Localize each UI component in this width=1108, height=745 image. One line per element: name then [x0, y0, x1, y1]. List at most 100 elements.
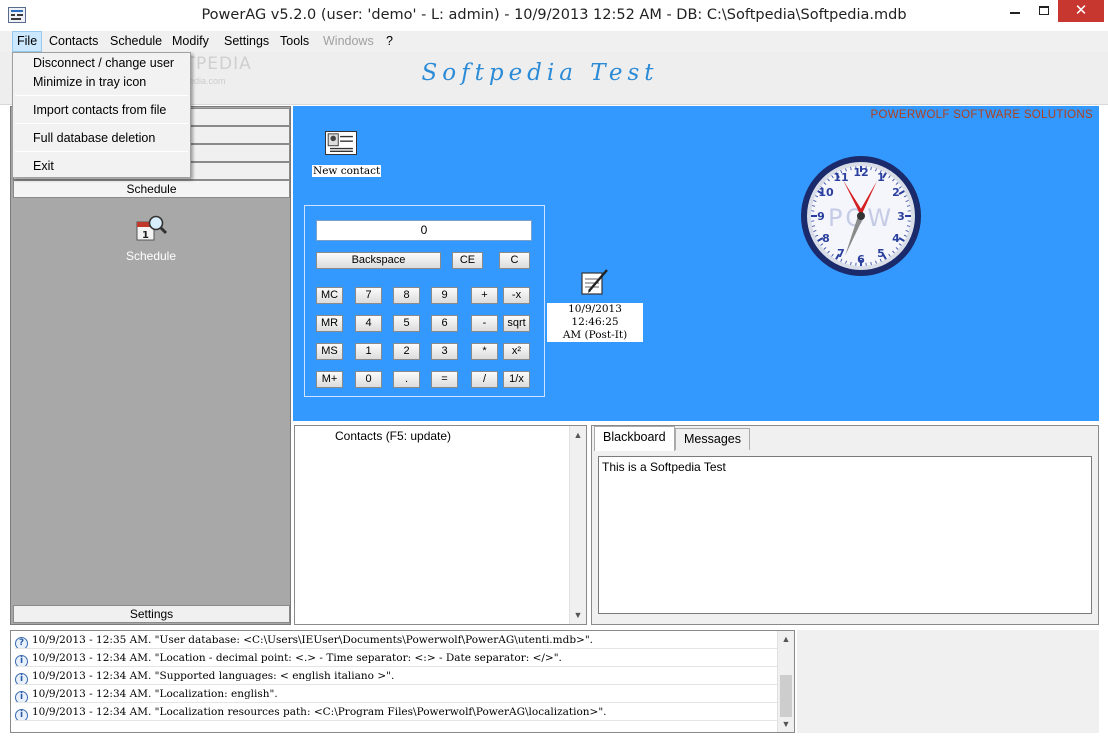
menu-disconnect-change-user[interactable]: Disconnect / change user — [33, 56, 174, 70]
blackboard-textarea[interactable]: This is a Softpedia Test — [598, 456, 1092, 614]
menu-separator — [15, 151, 188, 152]
tab-messages[interactable]: Messages — [675, 428, 750, 450]
contacts-scrollbar[interactable]: ▲ ▼ — [569, 426, 586, 624]
log-entry-text: 10/9/2013 - 12:34 AM. "Location - decima… — [32, 652, 562, 664]
contacts-header: Contacts (F5: update) — [335, 429, 452, 443]
calc-sqrt-button[interactable]: sqrt — [503, 315, 530, 332]
scroll-up-icon[interactable]: ▲ — [778, 634, 794, 644]
menu-settings[interactable]: Settings — [220, 31, 273, 52]
calc-mc-button[interactable]: MC — [316, 287, 343, 304]
log-entry-text: 10/9/2013 - 12:34 AM. "Supported languag… — [32, 670, 395, 682]
menu-exit[interactable]: Exit — [33, 159, 54, 173]
menu-modify[interactable]: Modify — [168, 31, 213, 52]
menu-tools[interactable]: Tools — [276, 31, 313, 52]
calculator-display: 0 — [316, 220, 532, 241]
scroll-up-icon[interactable]: ▲ — [570, 430, 586, 440]
log-entry: i 10/9/2013 - 12:34 AM. "Location - decim… — [15, 650, 780, 667]
post-it-label[interactable]: 10/9/2013 12:46:25 AM (Post-It) — [547, 303, 643, 342]
event-log: ? 10/9/2013 - 12:35 AM. "User database: <… — [10, 630, 795, 733]
log-entry: i 10/9/2013 - 12:34 AM. "Supported langua… — [15, 668, 780, 685]
new-contact-icon[interactable] — [325, 131, 357, 155]
new-contact-label[interactable]: New contact — [312, 165, 382, 177]
maximize-button[interactable] — [1030, 0, 1058, 22]
file-menu-dropdown: Disconnect / change user Minimize in tra… — [12, 52, 191, 178]
window-title: PowerAG v5.2.0 (user: 'demo' - L: admin)… — [201, 7, 907, 23]
menu-contacts[interactable]: Contacts — [45, 31, 102, 52]
svg-text:1: 1 — [142, 230, 149, 241]
calc-5-button[interactable]: 5 — [393, 315, 420, 332]
calc-2-button[interactable]: 2 — [393, 343, 420, 360]
svg-text:8: 8 — [822, 232, 830, 245]
calc-4-button[interactable]: 4 — [355, 315, 382, 332]
log-entry-text: 10/9/2013 - 12:34 AM. "Localization reso… — [32, 706, 607, 718]
calc-multiply-button[interactable]: * — [471, 343, 498, 360]
minimize-button[interactable] — [1000, 0, 1030, 22]
calc-ms-button[interactable]: MS — [316, 343, 343, 360]
svg-text:9: 9 — [817, 210, 825, 223]
scroll-down-icon[interactable]: ▼ — [778, 719, 794, 729]
calc-decimal-button[interactable]: . — [393, 371, 420, 388]
menu-schedule[interactable]: Schedule — [106, 31, 166, 52]
desktop-panel: POWERWOLF SOFTWARE SOLUTIONS New contact… — [293, 106, 1099, 421]
calc-1-button[interactable]: 1 — [355, 343, 382, 360]
menu-full-database-deletion[interactable]: Full database deletion — [33, 131, 155, 145]
info-icon: i — [15, 655, 28, 666]
contacts-list[interactable]: Contacts (F5: update) ▲ ▼ — [294, 425, 587, 625]
menu-help[interactable]: ? — [382, 31, 397, 52]
calc-square-button[interactable]: x² — [503, 343, 530, 360]
log-scrollbar[interactable]: ▲ ▼ — [777, 631, 794, 732]
schedule-icon-label: Schedule — [125, 249, 177, 263]
company-name: POWERWOLF SOFTWARE SOLUTIONS — [870, 109, 1093, 121]
calc-8-button[interactable]: 8 — [393, 287, 420, 304]
svg-text:4: 4 — [892, 232, 900, 245]
status-area — [797, 630, 1099, 733]
help-icon: ? — [15, 637, 28, 648]
scroll-thumb[interactable] — [780, 675, 792, 717]
calc-negate-button[interactable]: -x — [503, 287, 530, 304]
post-it-date: 10/9/2013 12:46:25 — [568, 303, 622, 328]
info-icon: i — [15, 691, 28, 702]
calc-7-button[interactable]: 7 — [355, 287, 382, 304]
calculator: 0 Backspace CE C MC 7 8 9 + -x MR 4 5 6 … — [304, 205, 545, 397]
svg-text:11: 11 — [833, 171, 848, 184]
left-navigation-panel: Schedule 1 Schedule Settings — [10, 106, 291, 625]
menu-import-contacts[interactable]: Import contacts from file — [33, 103, 166, 117]
calc-ce-button[interactable]: CE — [452, 252, 483, 269]
calc-reciprocal-button[interactable]: 1/x — [503, 371, 530, 388]
log-entry: ? 10/9/2013 - 12:35 AM. "User database: <… — [15, 632, 780, 649]
calc-6-button[interactable]: 6 — [431, 315, 458, 332]
calc-mplus-button[interactable]: M+ — [316, 371, 343, 388]
scroll-down-icon[interactable]: ▼ — [570, 610, 586, 620]
log-entry: i 10/9/2013 - 12:34 AM. "Localization: en… — [15, 686, 780, 703]
tab-blackboard[interactable]: Blackboard — [594, 426, 675, 451]
svg-text:2: 2 — [892, 186, 900, 199]
calc-divide-button[interactable]: / — [471, 371, 498, 388]
svg-text:3: 3 — [897, 210, 905, 223]
menu-file[interactable]: File — [12, 31, 43, 52]
calendar-magnifier-icon[interactable]: 1 — [135, 213, 167, 243]
calc-backspace-button[interactable]: Backspace — [316, 252, 441, 269]
log-entry-text: 10/9/2013 - 12:35 AM. "User database: <C… — [32, 634, 594, 646]
menu-minimize-tray[interactable]: Minimize in tray icon — [33, 75, 146, 89]
svg-text:12: 12 — [853, 166, 868, 179]
calc-plus-button[interactable]: + — [471, 287, 498, 304]
nav-tab-settings[interactable]: Settings — [13, 605, 290, 623]
calc-equals-button[interactable]: = — [431, 371, 458, 388]
calc-9-button[interactable]: 9 — [431, 287, 458, 304]
post-it-note-icon[interactable] — [579, 267, 609, 297]
calc-mr-button[interactable]: MR — [316, 315, 343, 332]
analog-clock: 1212 345 678 91011 POW — [801, 156, 921, 276]
calc-0-button[interactable]: 0 — [355, 371, 382, 388]
calc-minus-button[interactable]: - — [471, 315, 498, 332]
close-button[interactable]: ✕ — [1058, 0, 1104, 22]
svg-text:1: 1 — [877, 171, 885, 184]
menu-bar: File Contacts Schedule Modify Settings T… — [0, 31, 1108, 52]
calc-3-button[interactable]: 3 — [431, 343, 458, 360]
menu-windows[interactable]: Windows — [319, 31, 378, 52]
svg-text:5: 5 — [877, 247, 885, 260]
info-icon: i — [15, 709, 28, 720]
info-icon: i — [15, 673, 28, 684]
menu-separator — [15, 123, 188, 124]
nav-tab-schedule[interactable]: Schedule — [13, 180, 290, 198]
calc-c-button[interactable]: C — [499, 252, 530, 269]
